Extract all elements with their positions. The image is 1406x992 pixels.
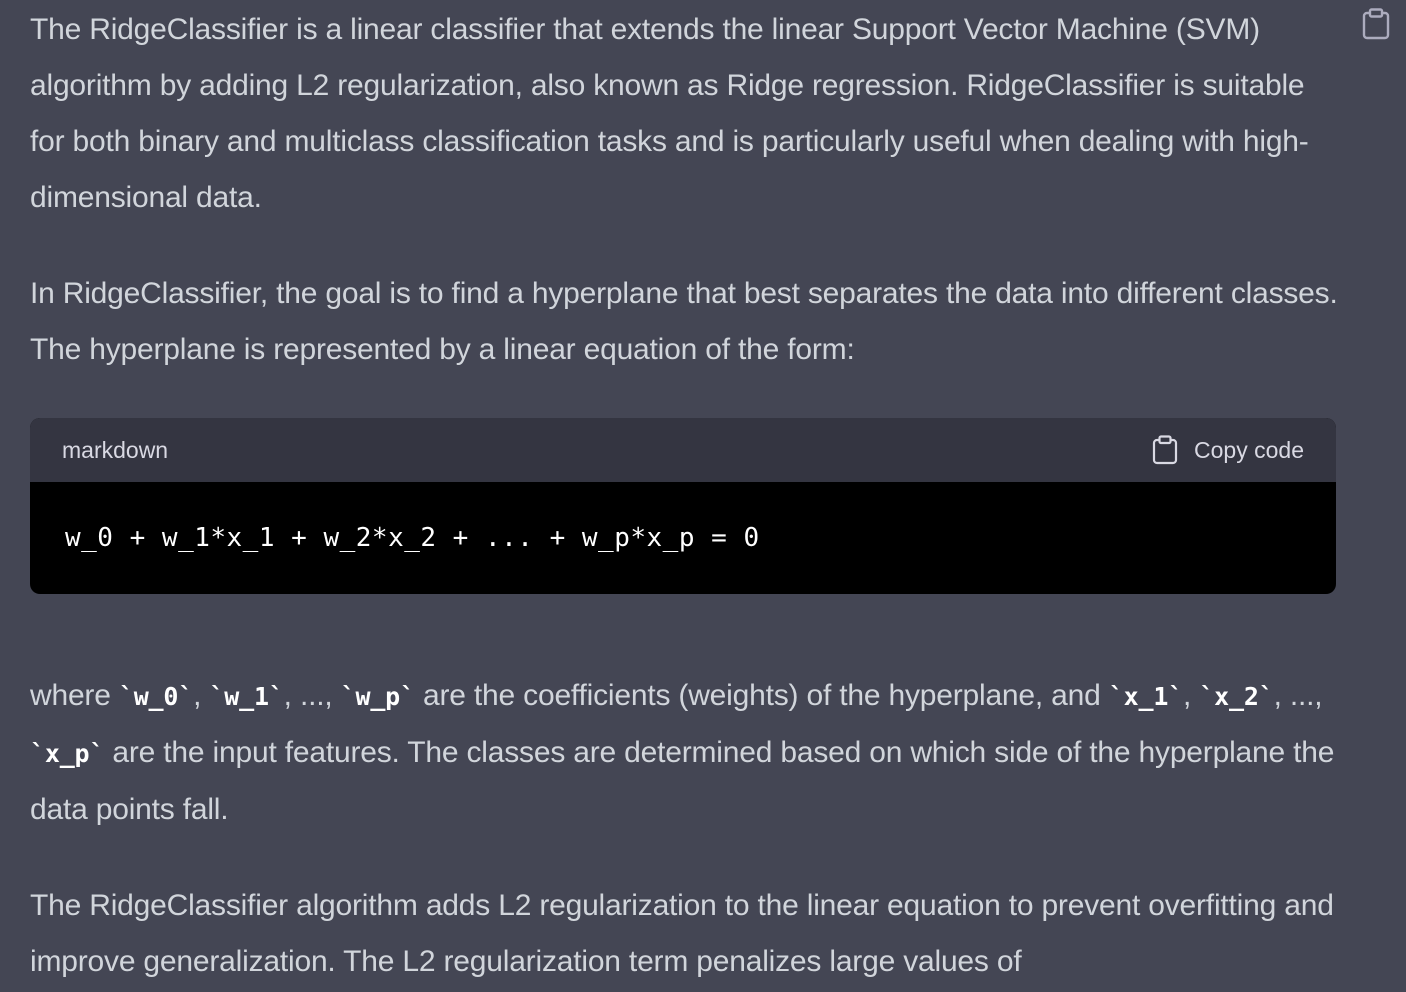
assistant-message: The RidgeClassifier is a linear classifi… bbox=[30, 0, 1340, 990]
message-paragraph: where `w_0`, `w_1`, ..., `w_p` are the c… bbox=[30, 668, 1340, 838]
clipboard-icon bbox=[1152, 435, 1178, 465]
text-segment: , bbox=[193, 679, 210, 712]
text-segment: , ..., bbox=[283, 679, 341, 712]
copy-code-label: Copy code bbox=[1194, 436, 1304, 463]
text-segment: are the coefficients (weights) of the hy… bbox=[414, 679, 1109, 712]
message-paragraph: The RidgeClassifier is a linear classifi… bbox=[30, 13, 1309, 214]
text-segment: , ..., bbox=[1273, 679, 1323, 712]
inline-code: `w_p` bbox=[340, 682, 415, 711]
copy-message-button[interactable] bbox=[1362, 8, 1390, 40]
text-segment: where bbox=[30, 679, 119, 712]
clipboard-icon bbox=[1362, 8, 1390, 40]
inline-code: `w_1` bbox=[209, 682, 284, 711]
code-content: w_0 + w_1*x_1 + w_2*x_2 + ... + w_p*x_p … bbox=[65, 523, 760, 553]
inline-code: `x_1` bbox=[1108, 682, 1184, 711]
inline-code: `x_p` bbox=[30, 739, 105, 768]
text-segment: are the input features. The classes are … bbox=[30, 736, 1335, 826]
copy-code-button[interactable]: Copy code bbox=[1152, 435, 1304, 465]
inline-code: `w_0` bbox=[118, 682, 194, 711]
text-segment: , bbox=[1183, 679, 1200, 712]
message-paragraph: The RidgeClassifier algorithm adds L2 re… bbox=[30, 889, 1334, 978]
code-block-header: markdown Copy code bbox=[30, 418, 1336, 482]
code-block: markdown Copy code w_0 + w_1*x_1 + w_2*x… bbox=[30, 418, 1336, 594]
code-language-label: markdown bbox=[62, 436, 169, 463]
inline-code: `x_2` bbox=[1199, 682, 1274, 711]
message-paragraph: In RidgeClassifier, the goal is to find … bbox=[30, 277, 1338, 366]
